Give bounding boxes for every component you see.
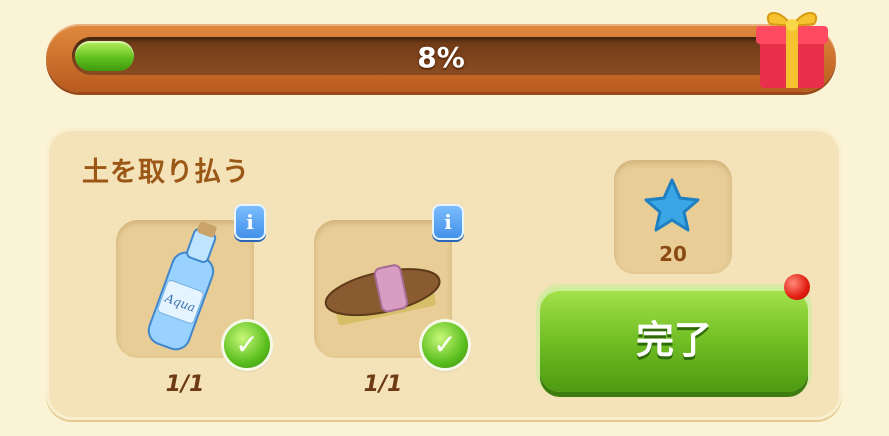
complete-button[interactable]: 完了 [540, 288, 808, 392]
progress-bar: 8% [46, 24, 836, 92]
item-count-brush: 1/1 [363, 372, 403, 397]
reward-amount: 20 [659, 242, 687, 266]
notification-dot [784, 274, 810, 300]
blue-star-icon [644, 178, 700, 232]
task-panel: 土を取り払う Aqua i ✓ 1/1 i ✓ 1/1 20 完了 [46, 128, 842, 420]
progress-percent: 8% [417, 41, 465, 74]
checkmark-icon: ✓ [224, 322, 270, 368]
item-count-bottle: 1/1 [165, 372, 205, 397]
info-button-brush[interactable]: i [432, 204, 464, 240]
info-button-bottle[interactable]: i [234, 204, 266, 240]
task-title: 土を取り払う [82, 157, 250, 188]
gift-box-icon[interactable] [748, 0, 832, 92]
checkmark-icon: ✓ [422, 322, 468, 368]
